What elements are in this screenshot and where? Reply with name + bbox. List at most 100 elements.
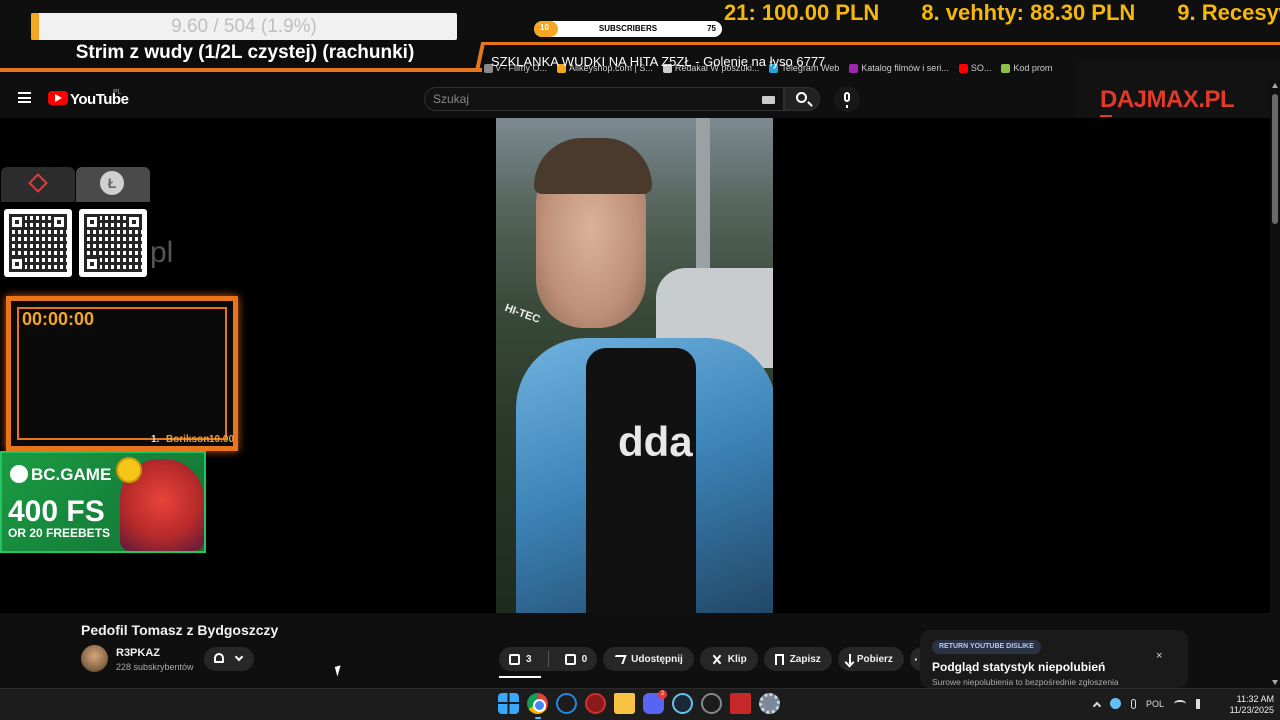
clip-button[interactable]: Klip <box>699 647 758 671</box>
notification-badge: 2 <box>658 690 667 699</box>
system-clock[interactable]: 11:32 AM 11/23/2025 <box>1218 694 1274 716</box>
settings-app-icon[interactable] <box>759 693 780 714</box>
background-text: pl <box>150 236 174 269</box>
channel-avatar[interactable] <box>81 645 108 672</box>
like-count: 3 <box>526 653 532 665</box>
qr-corner <box>84 256 100 272</box>
bookmark-icon <box>958 63 968 73</box>
news-app-icon[interactable] <box>730 693 751 714</box>
chrome-icon[interactable] <box>527 693 548 719</box>
donation-goal-text: 9.60 / 504 (1.9%) <box>171 16 317 37</box>
share-label: Udostępnij <box>631 653 683 665</box>
close-icon[interactable]: × <box>1156 650 1162 662</box>
top-donor-amount: 10.00 <box>209 434 235 445</box>
donation-ticker: 21: 100.00 PLN 8. vehhty: 88.30 PLN 9. Rec… <box>724 0 1280 26</box>
video-shirt <box>586 348 696 613</box>
ad-brand: BC.GAME <box>10 465 111 485</box>
ticker-item: 8. vehhty: 88.30 PLN <box>921 0 1136 25</box>
bookmark-item[interactable]: Katalog filmów i seri... <box>849 58 949 78</box>
search-button[interactable] <box>784 87 820 111</box>
notifications-button[interactable] <box>204 647 254 671</box>
ad-subline: OR 20 FREEBETS <box>8 526 111 540</box>
qr-pattern <box>9 214 67 272</box>
overlay-divider-top <box>482 42 1280 45</box>
clock-date: 11/23/2025 <box>1229 705 1274 715</box>
discord-icon[interactable]: 2 <box>643 690 667 714</box>
scroll-up-icon[interactable] <box>1272 83 1278 88</box>
thumbs-up-icon <box>509 653 520 665</box>
channel-name[interactable]: R3PKAZ <box>116 647 160 659</box>
mic-icon <box>844 92 850 108</box>
page-scrollbar[interactable] <box>1270 80 1280 688</box>
subscriber-goal-bar: 10 SUBSCRIBERS 75 <box>534 21 722 37</box>
scroll-thumb[interactable] <box>1272 94 1278 224</box>
save-button[interactable]: Zapisz <box>763 647 832 671</box>
subscriber-label: SUBSCRIBERS <box>598 24 658 33</box>
download-icon <box>848 654 851 664</box>
download-label: Pobierz <box>856 653 893 665</box>
bookmark-item[interactable]: Kod prom <box>1001 58 1052 78</box>
microphone-icon[interactable] <box>1131 698 1136 709</box>
bookmark-icon <box>1001 63 1011 73</box>
chevron-down-icon <box>234 652 244 662</box>
overlay-divider <box>0 68 482 72</box>
youtube-logo-icon[interactable] <box>48 91 68 105</box>
subscriber-target: 75 <box>707 24 716 33</box>
keyboard-icon[interactable] <box>762 96 775 104</box>
stream-title: Strim z wudy (1/2L czystej) (rachunki) <box>75 42 415 63</box>
ccleaner-icon[interactable] <box>556 693 577 714</box>
bookmark-item[interactable]: SO... <box>958 58 992 78</box>
system-tray: POL <box>1092 698 1206 710</box>
qr-corner <box>126 214 142 230</box>
bookmark-label: Katalog filmów i seri... <box>861 63 949 73</box>
ad-brand-text: BC.GAME <box>31 465 112 484</box>
extension-badge: RETURN YOUTUBE DISLIKE <box>932 640 1041 654</box>
volume-icon[interactable] <box>1196 698 1206 709</box>
taskbar: 2 POL 11:32 AM 11/23/2025 <box>0 688 1280 720</box>
share-button[interactable]: Udostępnij <box>603 647 694 671</box>
steam-icon[interactable] <box>672 693 693 714</box>
casino-ad: BC.GAME 400 FS OR 20 FREEBETS <box>0 451 206 553</box>
red-app-icon[interactable] <box>585 693 606 714</box>
wifi-icon[interactable] <box>1174 699 1187 708</box>
video-frame[interactable]: dda HI-TEC <box>496 118 773 613</box>
ad-headline: 400 FS <box>8 495 105 528</box>
download-button[interactable]: Pobierz <box>837 647 904 671</box>
windows-start-icon[interactable] <box>498 693 519 714</box>
channel-subscribers: 228 subskrybentów <box>116 662 194 672</box>
taskbar-apps: 2 <box>498 690 780 719</box>
ticker-item: 9. Recesywny: 50.0 <box>1177 0 1280 25</box>
qr-code <box>79 209 147 277</box>
bookmark-label: Kod prom <box>1013 63 1053 73</box>
tron-icon <box>28 173 48 193</box>
dislike-button[interactable]: 0 <box>555 647 598 671</box>
steam-tray-icon[interactable] <box>1110 698 1121 709</box>
youtube-region: PL <box>113 89 122 96</box>
scissors-icon <box>711 654 722 665</box>
like-separator <box>547 651 549 667</box>
like-button[interactable]: 3 <box>499 647 542 671</box>
coin-icon <box>116 457 142 483</box>
search-input[interactable] <box>433 92 733 106</box>
search-box[interactable] <box>424 87 784 111</box>
menu-icon[interactable] <box>18 92 31 103</box>
save-label: Zapisz <box>789 653 821 665</box>
sponsor-underline <box>1100 115 1112 117</box>
language-indicator[interactable]: POL <box>1146 699 1164 709</box>
dislike-extension-popup: RETURN YOUTUBE DISLIKE Podgląd statystyk… <box>920 630 1188 688</box>
crypto-tab-litecoin: Ł <box>76 167 150 202</box>
thumbs-down-icon <box>564 653 576 665</box>
file-explorer-icon[interactable] <box>614 693 635 714</box>
video-collar-text: HI-TEC <box>503 302 542 326</box>
donation-goal-bar: 9.60 / 504 (1.9%) <box>31 13 457 40</box>
scroll-down-icon[interactable] <box>1272 680 1278 685</box>
qr-code <box>4 209 72 277</box>
bookmark-label: SO... <box>970 63 992 73</box>
video-actions: 3 0 Udostępnij Klip Zapisz Pobierz ··· <box>499 647 934 671</box>
chevron-up-icon[interactable] <box>1092 701 1102 710</box>
app-icon[interactable] <box>701 693 722 714</box>
litecoin-icon: Ł <box>100 171 124 195</box>
voice-search-button[interactable] <box>834 86 860 112</box>
sponsor-banner: DAJMAX.PL <box>1076 62 1280 118</box>
video-title: Pedofil Tomasz z Bydgoszczy <box>81 622 279 638</box>
